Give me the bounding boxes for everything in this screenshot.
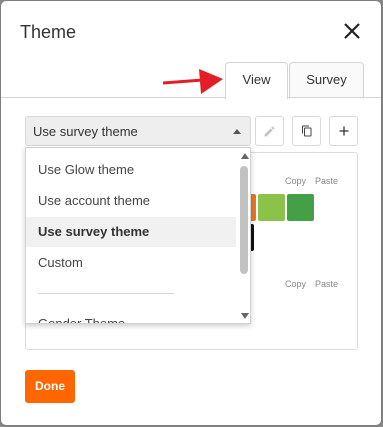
tab-survey[interactable]: Survey: [289, 62, 364, 97]
tabs-divider: [1, 97, 381, 98]
add-theme-button[interactable]: [329, 116, 358, 146]
scrollbar-thumb[interactable]: [240, 166, 248, 274]
option-gender-theme[interactable]: Gender Theme: [26, 309, 236, 323]
option-glow-theme[interactable]: Use Glow theme: [26, 155, 236, 185]
color-swatch[interactable]: [258, 194, 285, 221]
edit-theme-button[interactable]: [255, 116, 284, 146]
copy-icon: [301, 125, 311, 137]
theme-select-value: Use survey theme: [33, 124, 138, 139]
caret-up-icon: [233, 129, 241, 134]
plus-icon: [339, 126, 348, 136]
paste-link[interactable]: Paste: [315, 176, 338, 186]
option-custom[interactable]: Custom: [26, 248, 236, 278]
dialog-title: Theme: [20, 22, 77, 42]
pencil-icon: [264, 126, 275, 136]
red-arrow-icon: [162, 69, 223, 94]
copy-link[interactable]: Copy: [285, 176, 306, 186]
duplicate-theme-button[interactable]: [292, 116, 321, 146]
tab-view[interactable]: View: [225, 62, 288, 99]
theme-dialog: Theme View Survey Use survey theme Copy …: [1, 1, 381, 425]
copy-link[interactable]: Copy: [285, 279, 306, 289]
close-icon[interactable]: [340, 19, 364, 43]
done-button[interactable]: Done: [25, 370, 75, 403]
option-account-theme[interactable]: Use account theme: [26, 186, 236, 216]
menu-divider: [38, 293, 174, 294]
paste-link[interactable]: Paste: [315, 279, 338, 289]
theme-select[interactable]: Use survey theme: [25, 116, 251, 146]
option-survey-theme[interactable]: Use survey theme: [26, 217, 236, 247]
scroll-down-icon[interactable]: [241, 313, 249, 319]
color-swatch[interactable]: [287, 194, 314, 221]
theme-dropdown-menu[interactable]: Use Glow theme Use account theme Use sur…: [25, 147, 251, 324]
scroll-up-icon[interactable]: [241, 153, 249, 159]
